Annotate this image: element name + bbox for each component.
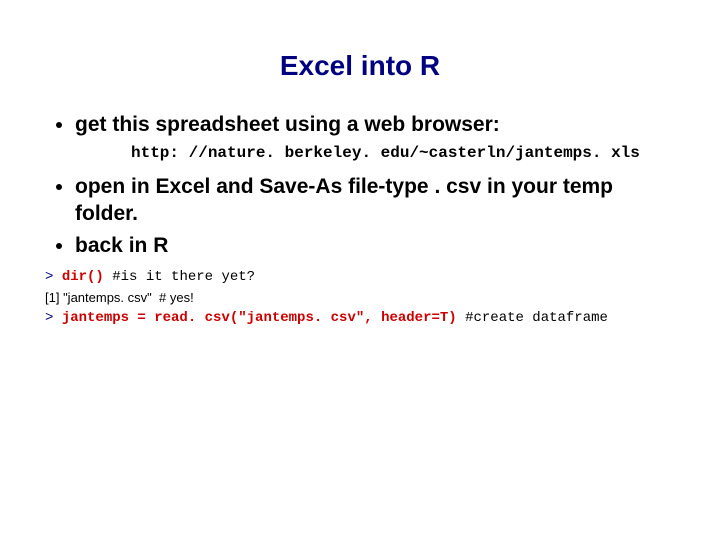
bullet-3: back in R — [75, 233, 675, 259]
slide: Excel into R get this spreadsheet using … — [0, 0, 720, 329]
url-line: http: //nature. berkeley. edu/~casterln/… — [131, 144, 675, 162]
code-comment: #create dataframe — [457, 310, 608, 326]
prompt: > — [45, 310, 62, 326]
prompt: > — [45, 269, 62, 285]
code-block: > dir() #is it there yet? [1] "jantemps.… — [45, 267, 675, 329]
bullet-list-2: open in Excel and Save-As file-type . cs… — [53, 174, 675, 259]
bullet-1: get this spreadsheet using a web browser… — [75, 112, 675, 138]
bullet-2: open in Excel and Save-As file-type . cs… — [75, 174, 675, 227]
code-comment: #is it there yet? — [104, 269, 255, 285]
code-cmd: jantemps = read. csv("jantemps. csv", he… — [62, 310, 457, 326]
code-line-2: [1] "jantemps. csv" # yes! — [45, 288, 675, 308]
code-line-1: > dir() #is it there yet? — [45, 267, 675, 288]
code-line-3: > jantemps = read. csv("jantemps. csv", … — [45, 308, 675, 329]
slide-title: Excel into R — [45, 50, 675, 82]
bullet-list: get this spreadsheet using a web browser… — [53, 112, 675, 138]
code-cmd: dir() — [62, 269, 104, 285]
